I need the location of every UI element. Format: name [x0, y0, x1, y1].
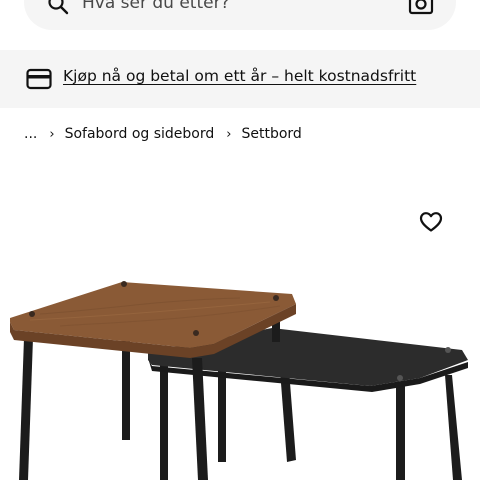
search-input[interactable]	[82, 0, 382, 18]
breadcrumb-separator: ›	[226, 126, 232, 142]
breadcrumb: ... › Sofabord og sidebord › Settbord	[24, 124, 302, 144]
credit-card-icon	[26, 68, 52, 90]
product-image	[10, 281, 468, 480]
heart-icon[interactable]	[419, 210, 443, 234]
breadcrumb-ellipsis[interactable]: ...	[24, 126, 37, 142]
breadcrumb-item-sofabord[interactable]: Sofabord og sidebord	[65, 126, 215, 142]
breadcrumb-separator: ›	[49, 126, 55, 142]
search-bar[interactable]	[24, 0, 456, 30]
camera-icon[interactable]	[408, 0, 434, 16]
promo-banner: Kjøp nå og betal om ett år – helt kostna…	[0, 50, 480, 108]
search-icon[interactable]	[46, 0, 70, 16]
promo-link[interactable]: Kjøp nå og betal om ett år – helt kostna…	[63, 67, 416, 85]
breadcrumb-item-settbord[interactable]: Settbord	[241, 126, 301, 142]
